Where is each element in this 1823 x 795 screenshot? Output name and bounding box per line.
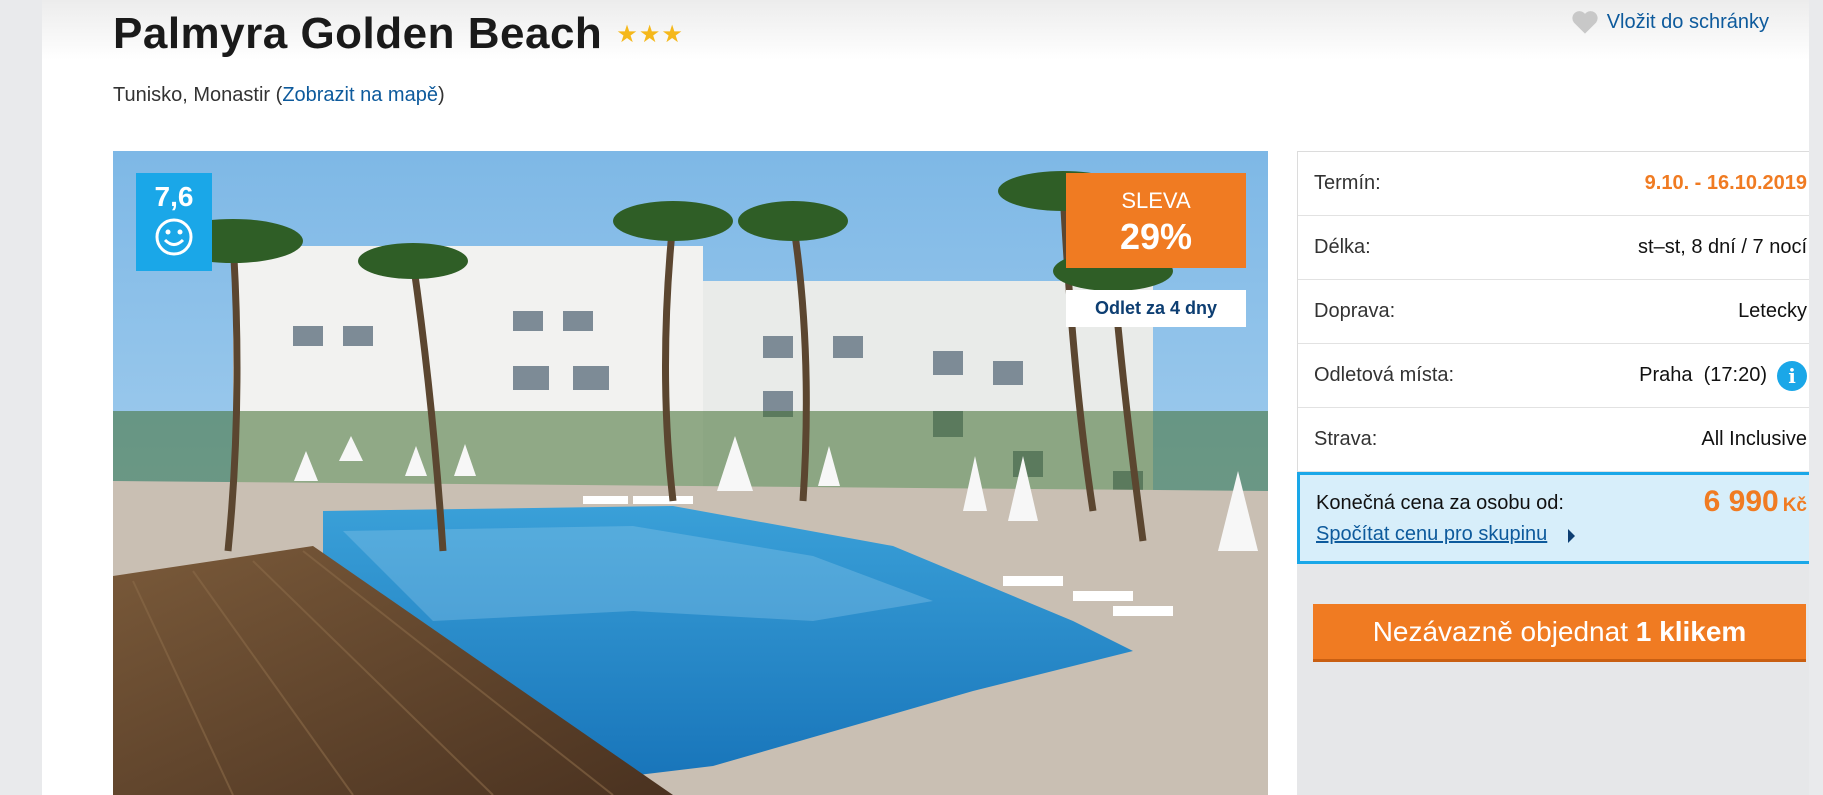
heart-icon xyxy=(1572,11,1598,34)
board-value: All Inclusive xyxy=(1701,428,1807,450)
price-value: 6 990 Kč xyxy=(1704,485,1807,519)
departure-value-wrap: Praha (17:20) i xyxy=(1639,360,1807,391)
departure-badge: Odlet za 4 dny xyxy=(1066,290,1246,327)
star-rating: ★★★ xyxy=(616,20,684,48)
discount-value: 29% xyxy=(1119,216,1193,257)
price-label: Konečná cena za osobu od: xyxy=(1316,492,1564,514)
length-value: st–st, 8 dní / 7 nocí xyxy=(1638,236,1807,258)
order-label: Nezávazně objednat xyxy=(1372,616,1636,647)
discount-label: SLEVA xyxy=(1121,188,1191,213)
length-label: Délka: xyxy=(1314,236,1371,258)
price-currency: Kč xyxy=(1782,495,1807,516)
order-label-bold: 1 klikem xyxy=(1635,616,1747,647)
rating-score: 7,6 xyxy=(154,181,194,212)
order-button[interactable]: Nezávazně objednat 1 klikem xyxy=(1313,604,1806,662)
price-amount: 6 990 xyxy=(1703,485,1779,518)
detail-row-length: Délka: st–st, 8 dní / 7 nocí xyxy=(1298,216,1823,280)
page: Palmyra Golden Beach ★★★ Vložit do schrá… xyxy=(42,0,1823,795)
smiley-icon xyxy=(155,218,193,256)
departure-label: Odletová místa: xyxy=(1314,364,1455,386)
location-text: Tunisko, Monastir ( xyxy=(113,84,283,106)
caret-right-icon xyxy=(1568,529,1575,543)
departure-value: Praha (17:20) xyxy=(1639,364,1767,386)
board-label: Strava: xyxy=(1314,428,1378,450)
detail-row-departure: Odletová místa: Praha (17:20) i xyxy=(1298,344,1823,408)
page-margin-right xyxy=(1809,0,1823,795)
info-icon[interactable]: i xyxy=(1777,360,1807,391)
detail-row-transport: Doprava: Letecky xyxy=(1298,280,1823,344)
location-line: Tunisko, Monastir (Zobrazit na mapě) xyxy=(113,84,445,107)
hotel-photo[interactable]: 7,6 SLEVA 29% Odlet za 4 dny xyxy=(113,151,1268,795)
term-value: 9.10. - 16.10.2019 xyxy=(1644,172,1807,194)
show-map-link[interactable]: Zobrazit na mapě xyxy=(282,84,438,106)
trip-details: Termín: 9.10. - 16.10.2019 Délka: st–st,… xyxy=(1297,151,1823,473)
transport-value: Letecky xyxy=(1738,300,1807,322)
detail-row-term: Termín: 9.10. - 16.10.2019 xyxy=(1298,152,1823,216)
title-row: Palmyra Golden Beach ★★★ xyxy=(113,4,684,64)
favorites-label: Vložit do schránky xyxy=(1606,10,1769,33)
detail-row-board: Strava: All Inclusive xyxy=(1298,408,1823,472)
location-paren: ) xyxy=(437,84,445,106)
hotel-title: Palmyra Golden Beach xyxy=(113,9,603,58)
term-label: Termín: xyxy=(1314,172,1381,194)
group-price-link[interactable]: Spočítat cenu pro skupinu xyxy=(1316,523,1547,546)
booking-panel: Termín: 9.10. - 16.10.2019 Délka: st–st,… xyxy=(1297,151,1823,795)
price-box: Konečná cena za osobu od: 6 990 Kč Spočít… xyxy=(1297,472,1823,564)
guest-rating-badge[interactable]: 7,6 xyxy=(136,173,212,271)
add-to-favorites-link[interactable]: Vložit do schránky xyxy=(1571,9,1769,35)
transport-label: Doprava: xyxy=(1314,300,1396,322)
discount-badge: SLEVA 29% xyxy=(1066,173,1246,268)
